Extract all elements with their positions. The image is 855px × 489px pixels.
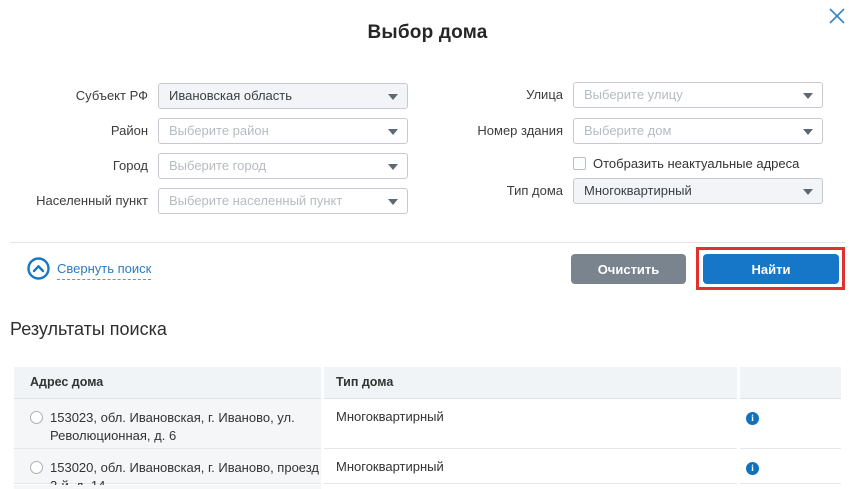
dropdown-arrow-icon [803, 93, 813, 99]
col-header-address: Адрес дома [14, 367, 321, 399]
table-row-1-info-cell: i [740, 399, 841, 449]
show-inactive-checkbox[interactable] [573, 157, 586, 170]
table-row-2-address-cell: 153020, обл. Ивановская, г. Иваново, про… [14, 449, 321, 484]
results-heading: Результаты поиска [10, 319, 167, 340]
street-select[interactable]: Выберите улицу [573, 82, 823, 108]
building-select[interactable]: Выберите дом [573, 118, 823, 144]
find-button[interactable]: Найти [703, 254, 839, 284]
city-select[interactable]: Выберите город [158, 153, 408, 179]
clear-button[interactable]: Очистить [571, 254, 686, 284]
dropdown-arrow-icon [388, 164, 398, 170]
collapse-search-link[interactable]: Свернуть поиск [57, 261, 151, 280]
col-header-type: Тип дома [324, 367, 737, 399]
show-inactive-label: Отобразить неактуальные адреса [593, 156, 799, 171]
row-1-address: 153023, обл. Ивановская, г. Иваново, ул.… [50, 409, 321, 445]
settlement-select[interactable]: Выберите населенный пункт [158, 188, 408, 214]
table-row-1-type-cell: Многоквартирный [324, 399, 737, 449]
dialog-title: Выбор дома [0, 22, 855, 44]
house-selection-dialog: Выбор дома Субъект РФ Ивановская область… [0, 0, 855, 489]
dropdown-arrow-icon [803, 189, 813, 195]
info-icon[interactable]: i [746, 462, 759, 475]
col-header-info [740, 367, 841, 399]
subject-select[interactable]: Ивановская область [158, 83, 408, 109]
street-label: Улица [380, 82, 563, 108]
house-type-label: Тип дома [380, 178, 563, 204]
table-row-3-partial [14, 485, 321, 489]
settlement-label: Населенный пункт [0, 188, 148, 214]
subject-label: Субъект РФ [0, 83, 148, 109]
house-type-select[interactable]: Многоквартирный [573, 178, 823, 204]
show-inactive-row: Отобразить неактуальные адреса [573, 154, 799, 172]
table-row-2-type-cell: Многоквартирный [324, 449, 737, 484]
info-icon[interactable]: i [746, 412, 759, 425]
row-2-radio[interactable] [30, 461, 43, 474]
dropdown-arrow-icon [803, 129, 813, 135]
district-label: Район [0, 118, 148, 144]
form-divider [10, 242, 845, 243]
row-1-radio[interactable] [30, 411, 43, 424]
city-label: Город [0, 153, 148, 179]
table-row-1-address-cell: 153023, обл. Ивановская, г. Иваново, ул.… [14, 399, 321, 449]
table-row-2-info-cell: i [740, 449, 841, 484]
district-select[interactable]: Выберите район [158, 118, 408, 144]
collapse-search-icon[interactable] [27, 257, 50, 280]
building-label: Номер здания [380, 118, 563, 144]
